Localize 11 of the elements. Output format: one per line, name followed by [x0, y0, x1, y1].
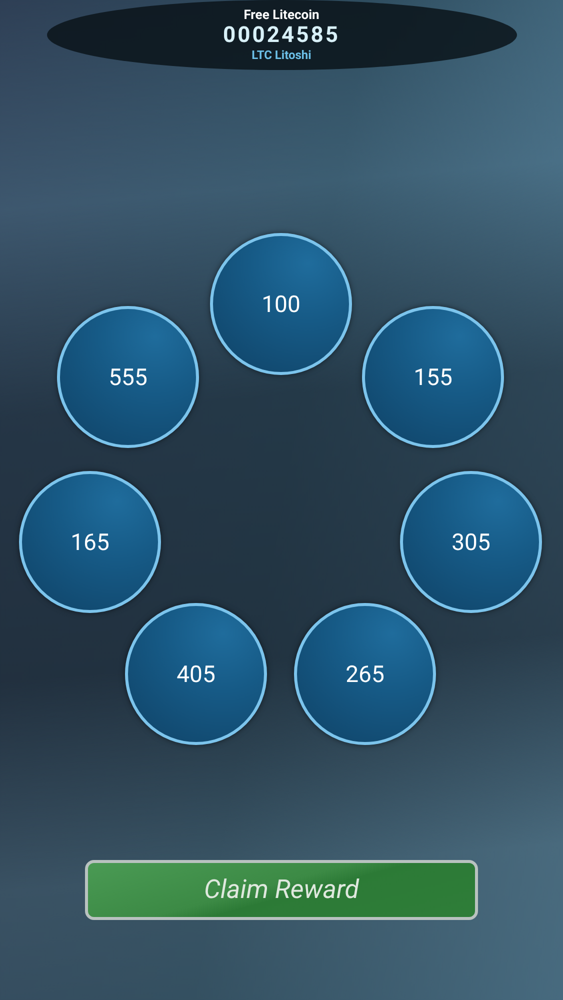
reward-circle-button[interactable]: 155 — [362, 306, 504, 448]
reward-circle-button[interactable]: 305 — [400, 471, 542, 613]
header-title: Free Litecoin — [244, 8, 320, 24]
reward-circle-button[interactable]: 405 — [125, 603, 267, 745]
balance-unit: LTC Litoshi — [252, 48, 312, 62]
reward-circle-button[interactable]: 100 — [210, 233, 352, 375]
balance-counter: 00024585 — [223, 24, 340, 48]
claim-reward-button[interactable]: Claim Reward — [85, 860, 478, 920]
reward-circle-button[interactable]: 165 — [19, 471, 161, 613]
reward-circle-button[interactable]: 265 — [294, 603, 436, 745]
reward-circle-button[interactable]: 555 — [57, 306, 199, 448]
